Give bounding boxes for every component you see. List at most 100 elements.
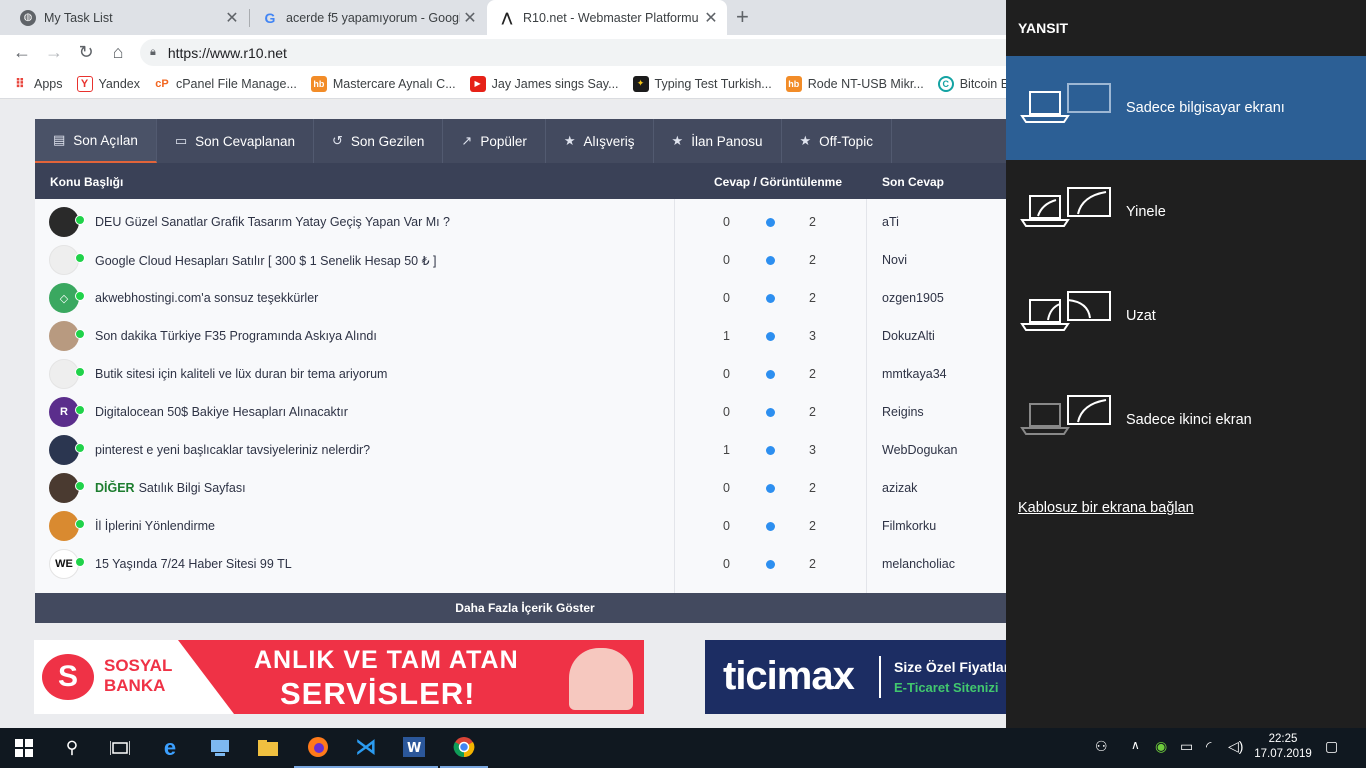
view-count: 2 [809, 405, 816, 419]
ad-subheadline: SERVİSLER! [280, 676, 476, 711]
clock-date: 17.07.2019 [1254, 748, 1312, 760]
close-tab-icon[interactable]: ✕ [460, 8, 480, 28]
r10-icon: ⋀ [501, 9, 513, 25]
topic-title-link[interactable]: Son dakika Türkiye F35 Programında Askıy… [95, 329, 377, 343]
tab-off-topic[interactable]: ★ Off-Topic [782, 119, 892, 163]
table-row[interactable]: R Digitalocean 50$ Bakiye Hesapları Alına… [35, 393, 1015, 431]
bookmark-rode[interactable]: hb Rode NT-USB Mikr... [785, 75, 924, 92]
last-reply-user[interactable]: Novi [882, 253, 907, 267]
back-icon[interactable]: ← [9, 39, 35, 65]
tab-label: Son Cevaplanan [195, 133, 295, 149]
topic-title-link[interactable]: akwebhostingi.com'a sonsuz teşekkürler [95, 291, 318, 305]
page-content: ▤ Son Açılan ▭ Son Cevaplanan ↺ Son Gezilen… [0, 100, 1015, 728]
option-label: Yinele [1126, 204, 1166, 220]
task-view-icon[interactable] [96, 728, 144, 768]
topic-title-link[interactable]: DEU Güzel Sanatlar Grafik Tasarım Yatay … [95, 215, 450, 229]
option-duplicate[interactable]: Yinele [1006, 160, 1366, 264]
topic-title-link[interactable]: 15 Yaşında 7/24 Haber Sitesi 99 TL [95, 557, 292, 571]
topic-title-link[interactable]: Digitalocean 50$ Bakiye Hesapları Alınac… [95, 405, 348, 419]
bookmark-jay-james[interactable]: ▶ Jay James sings Say... [469, 75, 619, 92]
last-reply-user[interactable]: DokuzAlti [882, 329, 935, 343]
computer-icon[interactable] [196, 728, 244, 768]
tab-populer[interactable]: ↗ Popüler [443, 119, 546, 163]
tab-son-cevaplanan[interactable]: ▭ Son Cevaplanan [157, 119, 314, 163]
bookmark-typing-test[interactable]: ✦ Typing Test Turkish... [632, 75, 772, 92]
tab-alisveris[interactable]: ★ Alışveriş [546, 119, 654, 163]
bookmark-apps[interactable]: ⠿ Apps [12, 76, 63, 92]
topic-title-link[interactable]: pinterest e yeni başlıcaklar tavsiyeleri… [95, 443, 370, 457]
topic-title-link[interactable]: İl İplerini Yönlendirme [95, 519, 215, 533]
file-explorer-icon[interactable] [244, 728, 292, 768]
home-icon[interactable]: ⌂ [105, 39, 131, 65]
taskbar-clock[interactable]: 22:25 17.07.2019 [1254, 732, 1312, 762]
firefox-icon[interactable] [294, 728, 342, 768]
option-extend[interactable]: Uzat [1006, 264, 1366, 368]
notifications-icon[interactable]: ▢ [1325, 738, 1338, 755]
last-reply-user[interactable]: melancholiac [882, 557, 955, 571]
star-icon: ★ [799, 133, 812, 148]
browser-tab-my-task-list[interactable]: ◍ My Task List ✕ [8, 0, 248, 35]
edge-icon[interactable]: e [146, 728, 194, 768]
url-text: https://www.r10.net [167, 44, 287, 61]
table-row[interactable]: DİĞER Satılık Bilgi Sayfası 0 2 azizak [35, 469, 1015, 507]
last-reply-user[interactable]: Reigins [882, 405, 924, 419]
word-icon[interactable]: W [390, 728, 438, 768]
topic-title-link[interactable]: Butik sitesi için kaliteli ve lüx duran … [95, 367, 387, 381]
windows-start-icon[interactable] [0, 728, 48, 768]
table-row[interactable]: pinterest e yeni başlıcaklar tavsiyeleri… [35, 431, 1015, 469]
browser-tab-google-search[interactable]: G acerde f5 yapamıyorum - Google ✕ [250, 0, 486, 35]
topic-title-link[interactable]: DİĞER Satılık Bilgi Sayfası [95, 481, 246, 495]
yandex-icon: Y [76, 75, 93, 92]
last-reply-user[interactable]: mmtkaya34 [882, 367, 947, 381]
option-second-screen-only[interactable]: Sadece ikinci ekran [1006, 368, 1366, 472]
reload-icon[interactable]: ↻ [73, 39, 99, 65]
last-reply-user[interactable]: aTi [882, 215, 899, 229]
connect-wireless-display-link[interactable]: Kablosuz bir ekrana bağlan [1018, 500, 1194, 516]
browser-tab-r10[interactable]: ⋀ R10.net - Webmaster Platformu ✕ [487, 0, 727, 35]
column-last-reply: Son Cevap [882, 175, 945, 189]
table-row[interactable]: İl İplerini Yönlendirme 0 2 Filmkorku [35, 507, 1015, 545]
comment-icon: ▭ [174, 133, 188, 148]
show-more-button[interactable]: Daha Fazla İçerik Göster [35, 593, 1015, 623]
bookmark-mastercare[interactable]: hb Mastercare Aynalı C... [310, 75, 456, 92]
search-icon[interactable]: ⚲ [48, 728, 96, 768]
new-tab-button[interactable]: + [736, 5, 749, 29]
tab-son-acilan[interactable]: ▤ Son Açılan [35, 119, 157, 163]
typing-icon: ✦ [632, 75, 649, 92]
table-row[interactable]: ◇ akwebhostingi.com'a sonsuz teşekkürler 0… [35, 279, 1015, 317]
close-tab-icon[interactable]: ✕ [222, 8, 242, 28]
chevron-up-icon[interactable]: ∧ [1131, 738, 1140, 752]
ad-ticimax[interactable]: ticimax Size Özel Fiyatlar E-Ticaret Sit… [705, 640, 1006, 714]
bookmark-yandex[interactable]: Y Yandex [76, 75, 140, 92]
table-row[interactable]: Butik sitesi için kaliteli ve lüx duran … [35, 355, 1015, 393]
star-icon: ★ [671, 133, 684, 148]
reply-count: 1 [723, 443, 730, 457]
last-reply-user[interactable]: ozgen1905 [882, 291, 944, 305]
bookmark-bitcoin[interactable]: C Bitcoin Exc [937, 75, 1006, 92]
chrome-icon[interactable] [440, 728, 488, 768]
wifi-icon[interactable]: ◜ [1206, 738, 1211, 755]
ad-sosyal-banka[interactable]: S SOSYAL BANKA ANLIK VE TAM ATAN SERVİSLE… [34, 640, 644, 714]
people-icon[interactable]: ⚇ [1095, 738, 1108, 755]
table-row[interactable]: DEU Güzel Sanatlar Grafik Tasarım Yatay … [35, 203, 1015, 241]
topic-title-link[interactable]: Google Cloud Hesapları Satılır [ 300 $ 1… [95, 253, 436, 268]
security-tray-icon[interactable]: ◉ [1155, 738, 1167, 755]
last-reply-user[interactable]: azizak [882, 481, 917, 495]
tab-ilan-panosu[interactable]: ★ İlan Panosu [654, 119, 782, 163]
volume-icon[interactable]: ◁) [1228, 738, 1243, 755]
tab-son-gezilen[interactable]: ↺ Son Gezilen [314, 119, 444, 163]
cpanel-icon: cP [155, 77, 169, 90]
star-icon: ★ [563, 133, 576, 148]
address-bar[interactable]: 🔒︎ https://www.r10.net [140, 39, 1006, 66]
close-tab-icon[interactable]: ✕ [701, 8, 721, 28]
battery-icon[interactable]: ▭ [1180, 738, 1193, 755]
last-reply-user[interactable]: WebDogukan [882, 443, 958, 457]
bookmark-cpanel[interactable]: cP cPanel File Manage... [154, 76, 297, 92]
table-row[interactable]: WE 15 Yaşında 7/24 Haber Sitesi 99 TL 0 2 me… [35, 545, 1015, 583]
table-row[interactable]: Google Cloud Hesapları Satılır [ 300 $ 1… [35, 241, 1015, 279]
option-pc-screen-only[interactable]: Sadece bilgisayar ekranı [1006, 56, 1366, 160]
forward-icon[interactable]: → [41, 39, 67, 65]
table-row[interactable]: Son dakika Türkiye F35 Programında Askıy… [35, 317, 1015, 355]
last-reply-user[interactable]: Filmkorku [882, 519, 936, 533]
vscode-icon[interactable]: ⋊ [342, 728, 390, 768]
